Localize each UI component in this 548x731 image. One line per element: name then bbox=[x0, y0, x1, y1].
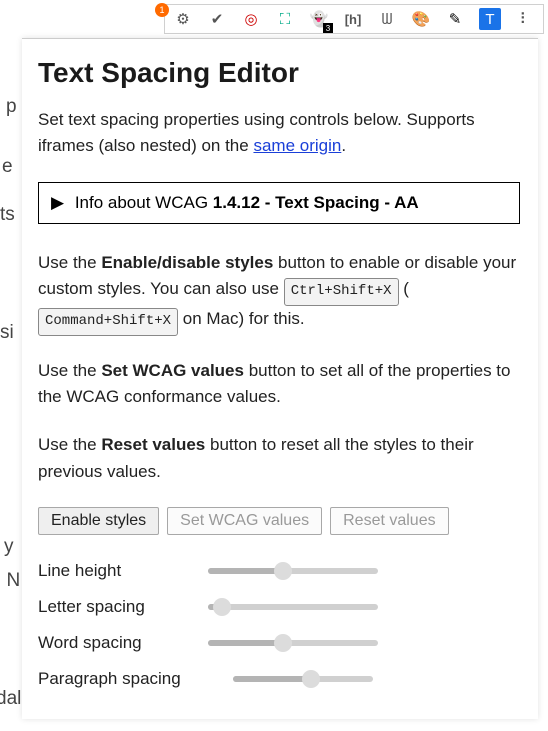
letter-spacing-slider[interactable] bbox=[208, 599, 378, 615]
ghost-badge: 3 bbox=[323, 23, 333, 33]
extensions-icon[interactable]: ⠇ bbox=[515, 9, 535, 29]
palette-icon[interactable]: 🎨 bbox=[411, 9, 431, 29]
kbd-shortcut-mac: Command+Shift+X bbox=[38, 308, 178, 336]
slider-row-letter-spacing: Letter spacing bbox=[38, 597, 520, 617]
set-wcag-values-button[interactable]: Set WCAG values bbox=[167, 507, 322, 535]
reset-help-text: Use the Reset values button to reset all… bbox=[38, 432, 520, 485]
background-page-text: p e ts si y . N dal bbox=[0, 0, 22, 731]
gear-icon[interactable]: ⚙ bbox=[173, 9, 193, 29]
eyedropper-icon[interactable]: ✎ bbox=[445, 9, 465, 29]
word-spacing-slider[interactable] bbox=[208, 635, 378, 651]
wave-icon[interactable]: ᗯ bbox=[377, 9, 397, 29]
reset-values-button[interactable]: Reset values bbox=[330, 507, 449, 535]
frame-icon[interactable]: ⛶ bbox=[275, 9, 295, 29]
ghost-icon[interactable]: 👻 3 bbox=[309, 9, 329, 29]
target-icon[interactable]: ◎ bbox=[241, 9, 261, 29]
enable-styles-button[interactable]: Enable styles bbox=[38, 507, 159, 535]
heading-icon[interactable]: [h] bbox=[343, 9, 363, 29]
slider-row-line-height: Line height bbox=[38, 561, 520, 581]
enable-disable-help-text: Use the Enable/disable styles button to … bbox=[38, 250, 520, 336]
slider-label: Word spacing bbox=[38, 633, 208, 653]
kbd-shortcut-win: Ctrl+Shift+X bbox=[284, 278, 399, 306]
same-origin-link[interactable]: same origin bbox=[253, 136, 341, 155]
notification-badge[interactable]: 1 bbox=[155, 3, 169, 17]
disclosure-triangle-icon: ▶ bbox=[51, 193, 64, 213]
check-icon[interactable]: ✔ bbox=[207, 9, 227, 29]
action-buttons: Enable styles Set WCAG values Reset valu… bbox=[38, 507, 520, 535]
text-spacing-icon[interactable]: T bbox=[479, 8, 501, 30]
slider-label: Letter spacing bbox=[38, 597, 208, 617]
sliders-group: Line height Letter spacing Word spacing bbox=[38, 561, 520, 689]
paragraph-spacing-slider[interactable] bbox=[233, 671, 373, 687]
slider-row-paragraph-spacing: Paragraph spacing bbox=[38, 669, 520, 689]
slider-row-word-spacing: Word spacing bbox=[38, 633, 520, 653]
text-spacing-editor-panel: Text Spacing Editor Set text spacing pro… bbox=[22, 38, 538, 719]
slider-label: Line height bbox=[38, 561, 208, 581]
wcag-info-disclosure[interactable]: ▶ Info about WCAG 1.4.12 - Text Spacing … bbox=[38, 182, 520, 224]
panel-title: Text Spacing Editor bbox=[38, 57, 520, 89]
set-wcag-help-text: Use the Set WCAG values button to set al… bbox=[38, 358, 520, 411]
extension-toolbar: 1 ⚙ ✔ ◎ ⛶ 👻 3 [h] ᗯ 🎨 ✎ T ⠇ bbox=[164, 4, 544, 34]
panel-description: Set text spacing properties using contro… bbox=[38, 107, 520, 158]
slider-label: Paragraph spacing bbox=[38, 669, 233, 689]
line-height-slider[interactable] bbox=[208, 563, 378, 579]
